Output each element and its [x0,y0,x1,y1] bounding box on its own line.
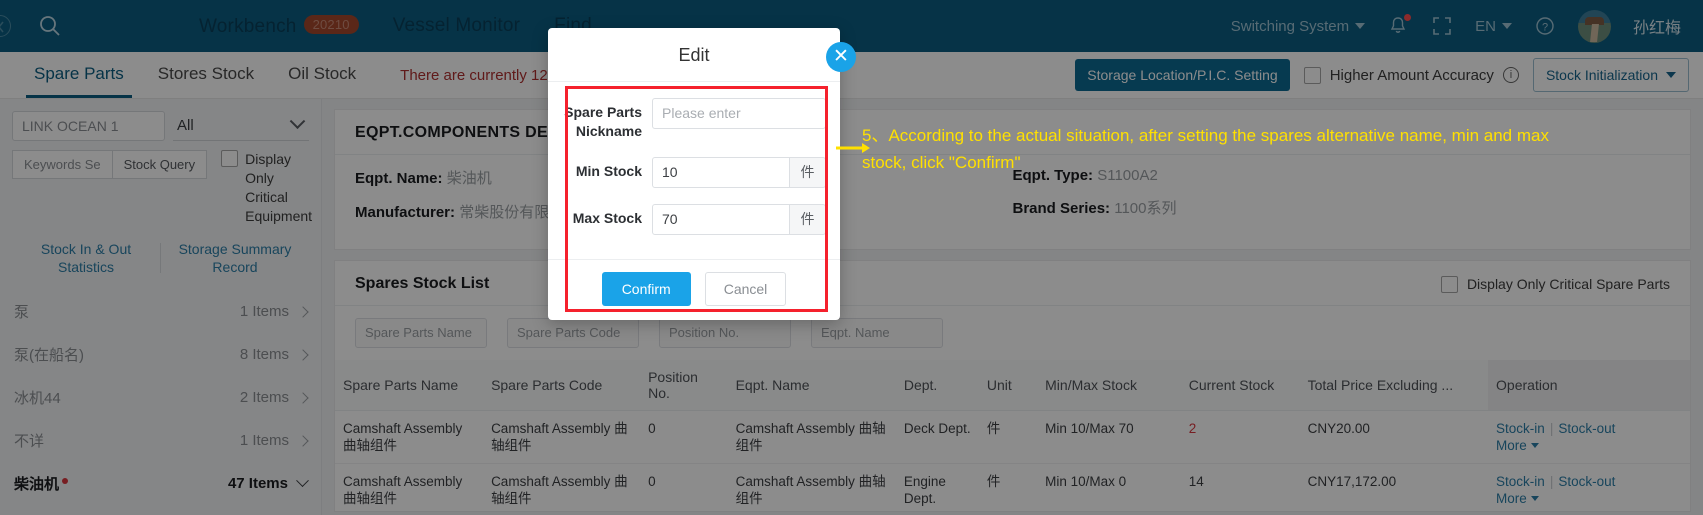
modal-overlay[interactable] [0,0,1703,515]
max-stock-unit-suffix: 件 [790,204,826,235]
field-spare-parts-nickname: Spare Parts Nickname Please enter [562,98,826,141]
cancel-button[interactable]: Cancel [704,272,787,306]
app-root: Workbench 20210 Vessel Monitor Find Switc… [0,0,1703,515]
modal-body: Spare Parts Nickname Please enter Min St… [548,82,840,259]
min-stock-unit-suffix: 件 [790,157,826,188]
annotation-text: 5、According to the actual situation, aft… [862,126,1549,172]
modal-header: Edit ✕ [548,28,856,82]
field-label: Spare Parts Nickname [564,104,642,139]
field-control: 70 件 [652,204,826,235]
spare-parts-nickname-input[interactable]: Please enter [652,98,826,129]
field-label: Max Stock [572,210,642,226]
field-control: Please enter [652,98,826,129]
max-stock-input[interactable]: 70 [652,204,790,235]
min-stock-input[interactable]: 10 [652,157,790,188]
close-icon[interactable]: ✕ [826,42,856,72]
modal-footer: Confirm Cancel [548,259,840,320]
edit-modal: Edit ✕ Spare Parts Nickname Please enter… [548,28,856,320]
confirm-button[interactable]: Confirm [601,272,691,306]
field-control: 10 件 [652,157,826,188]
field-max-stock: Max Stock 70 件 [562,204,826,235]
modal-title: Edit [678,45,710,65]
field-label: Min Stock [575,163,642,179]
field-min-stock: Min Stock 10 件 [562,157,826,188]
